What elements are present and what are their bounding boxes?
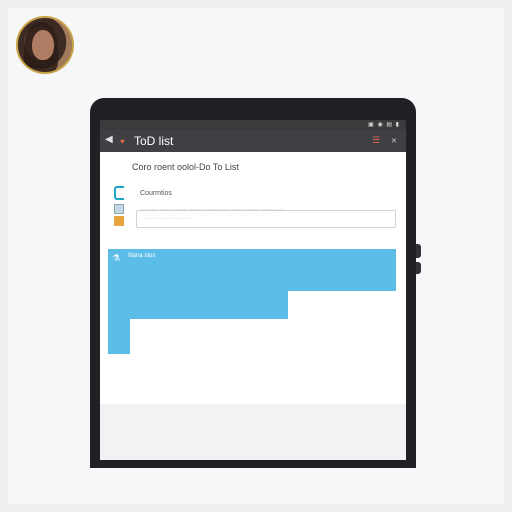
flask-icon: ⚗ [112, 253, 121, 263]
thumbnail-folder-icon [114, 216, 124, 226]
highlight-block-middle [108, 291, 288, 319]
menu-icon[interactable]: ☰ [372, 135, 380, 146]
volume-down-button [416, 262, 421, 274]
page-heading: Coro roent oolol-Do To List [132, 162, 239, 172]
highlight-block-left [108, 319, 130, 354]
app-title: ToD list [134, 134, 174, 148]
avatar-face [32, 30, 54, 60]
close-icon[interactable]: ✕ [391, 137, 397, 145]
thumbnail-image-icon [114, 204, 124, 214]
app-toolbar: ◀ ♥ ToD list ☰ ✕ [100, 130, 406, 152]
app-heart-icon: ♥ [120, 137, 125, 146]
status-bar: ▣ ◉ ▤ ▮ [100, 120, 406, 130]
item-label: Courmtios [140, 190, 172, 197]
back-icon[interactable]: ◀ [105, 134, 113, 145]
screen-bottom-area [100, 404, 406, 460]
highlight-label: Itlana stus [128, 253, 156, 259]
thumbnail-bracket-icon [114, 186, 124, 200]
item-thumbnail [114, 186, 126, 230]
todo-input[interactable] [136, 210, 396, 228]
volume-up-button [416, 244, 421, 258]
status-icons: ▣ ◉ ▤ ▮ [368, 122, 400, 128]
app-screen: ▣ ◉ ▤ ▮ ◀ ♥ ToD list ☰ ✕ Coro roent oolo… [100, 120, 406, 408]
user-avatar[interactable] [16, 16, 74, 74]
